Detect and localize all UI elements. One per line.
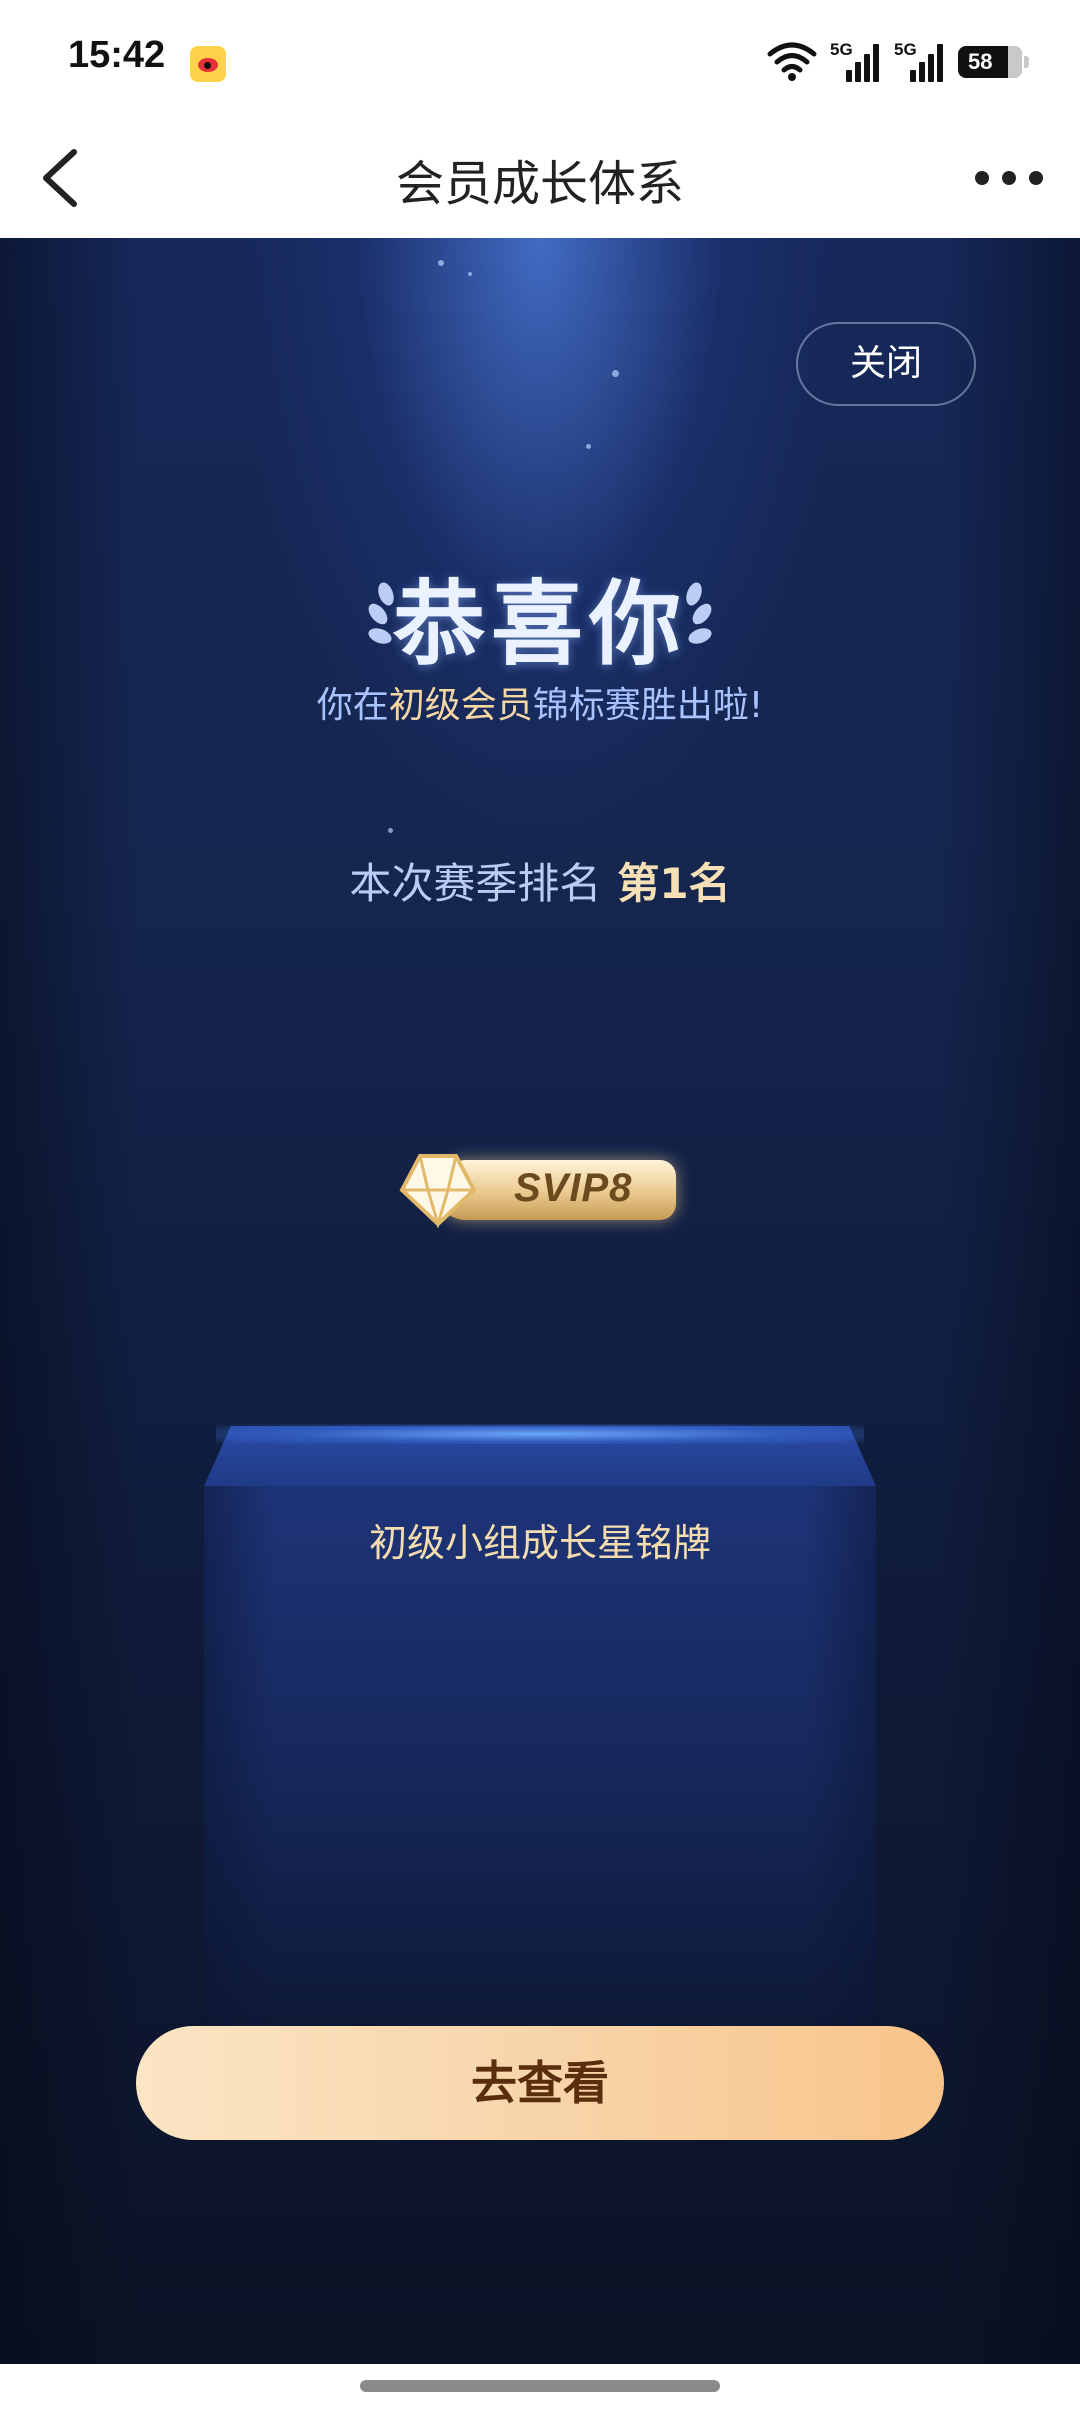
network-type-label: 5G (894, 40, 917, 59)
page-title: 会员成长体系 (395, 156, 684, 212)
status-indicators: 5G 5G 58 (766, 34, 1029, 90)
subtitle-part: 锦标赛胜出啦! (532, 685, 764, 726)
status-time: 15:42 (68, 34, 166, 76)
wifi-icon (767, 42, 817, 81)
rank-label: 本次赛季排名 (349, 859, 602, 908)
battery-icon: 58 (958, 46, 1029, 78)
rank-value: 第1名 (617, 859, 731, 908)
sparkle (388, 828, 393, 833)
nav-bar: 会员成长体系 (0, 118, 1080, 238)
system-navigation-area (0, 2364, 1080, 2412)
podium-shade (806, 1486, 876, 2046)
close-button[interactable]: 关闭 (796, 322, 976, 406)
season-rank: 本次赛季排名 第1名 (0, 850, 1080, 911)
battery-level: 58 (968, 49, 993, 74)
sparkle (468, 272, 472, 276)
diamond-icon (399, 1154, 477, 1228)
sparkle (438, 260, 444, 266)
network-type-label: 5G (830, 40, 853, 59)
badge-label: SVIP8 (514, 1166, 633, 1210)
weibo-app-icon (190, 46, 226, 82)
subtitle-highlight: 初级会员 (388, 685, 533, 726)
podium-shade (204, 1486, 274, 2046)
subtitle-part: 你在 (316, 685, 389, 726)
congrats-title: 恭喜你 (392, 571, 687, 678)
more-dots-icon (975, 171, 1043, 185)
congrats-popup: 关闭 恭喜你 你在初级会员锦标赛胜出啦! 本次赛季排名 第1名 SVIP8 初级小… (0, 238, 1080, 2364)
congrats-subtitle: 你在初级会员锦标赛胜出啦! (0, 676, 1080, 728)
more-options-button[interactable] (964, 138, 1054, 218)
laurel-right-icon (686, 582, 712, 644)
sparkle (612, 370, 619, 377)
podium (204, 1486, 876, 2046)
view-button[interactable]: 去查看 (136, 2026, 944, 2140)
status-bar: 15:42 5G 5G 58 (0, 0, 1080, 118)
sparkle (586, 444, 591, 449)
signal-icon: 5G (894, 40, 946, 84)
svip-badge: SVIP8 (396, 1146, 682, 1232)
podium-glow (216, 1424, 864, 1444)
home-gesture-bar[interactable] (360, 2380, 720, 2392)
prize-name: 初级小组成长星铭牌 (368, 1521, 711, 1565)
signal-icon: 5G (830, 40, 882, 84)
